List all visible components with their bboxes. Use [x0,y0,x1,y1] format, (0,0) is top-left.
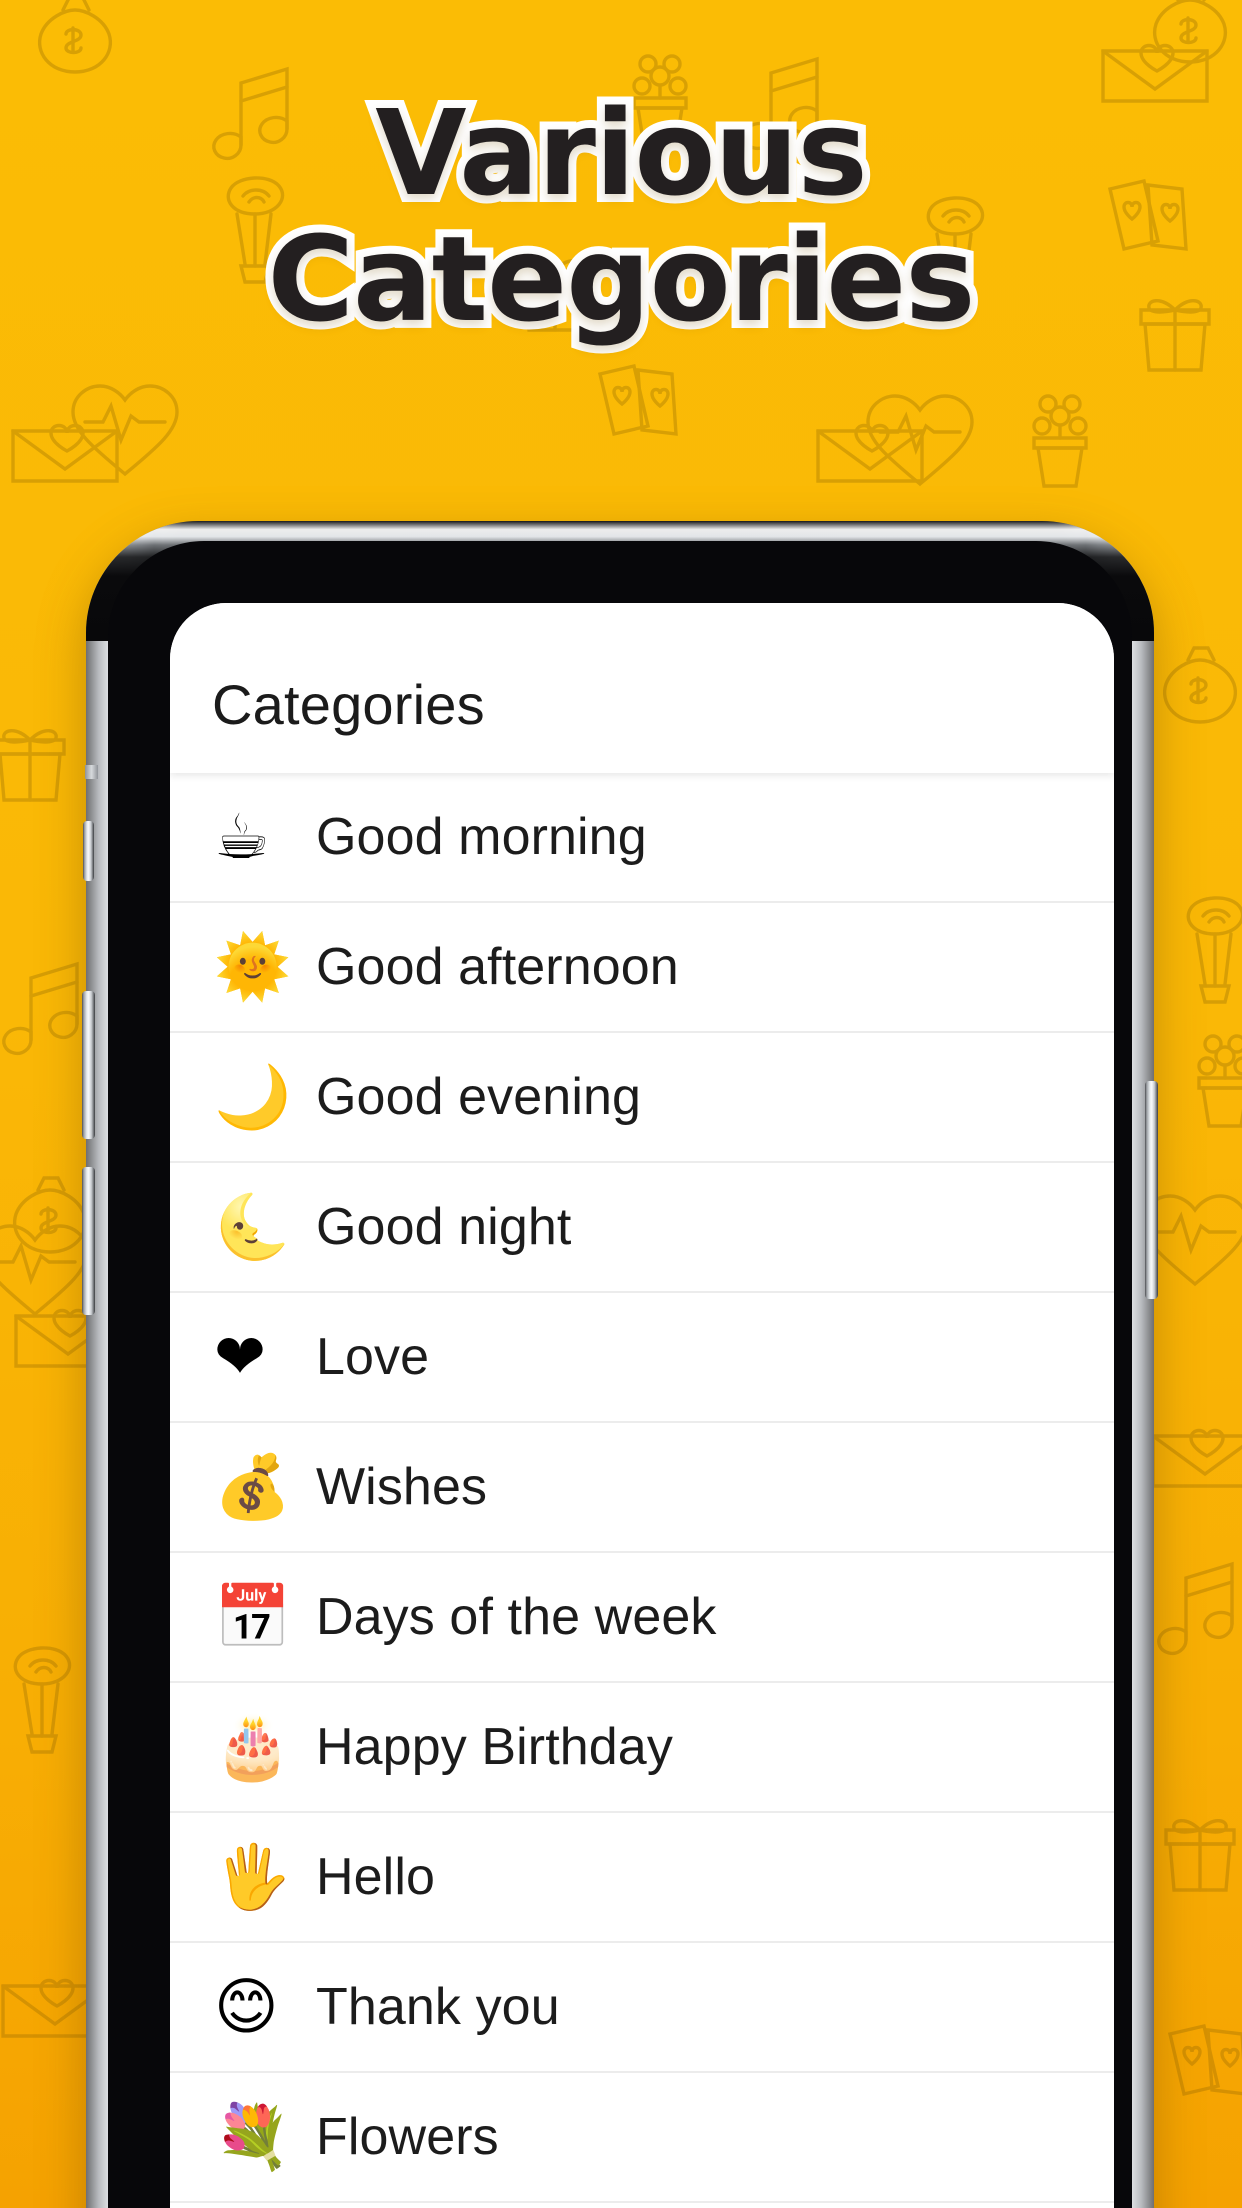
power-button[interactable] [1145,1081,1158,1299]
list-item-label: Days of the week [316,1588,717,1646]
list-item[interactable]: ☕ Good morning [170,773,1114,903]
smiling-face-icon: 😊 [214,1970,279,2043]
list-item-label: Good morning [316,808,647,866]
moon-cloud-icon: 🌙 [214,1060,292,1133]
birthday-cake-icon: 🎂 [214,1710,292,1783]
list-item[interactable]: 🌙 Good evening [170,1033,1114,1163]
sleeping-moon-icon: 🌜 [214,1190,292,1263]
list-item[interactable]: 🌜 Good night [170,1163,1114,1293]
list-item-label: Good night [316,1198,572,1256]
raised-hand-icon: 🖐 [214,1840,292,1913]
money-bag-icon: 💰 [214,1450,292,1523]
category-list[interactable]: ☕ Good morning 🌞 Good afternoon 🌙 Good evenin… [170,773,1114,2203]
app-bar: Categories [170,603,1114,773]
calendar-icon: 📅 [214,1580,292,1653]
mute-switch[interactable] [83,821,94,881]
list-item[interactable]: 🖐 Hello [170,1813,1114,1943]
bouquet-icon: 💐 [214,2100,292,2173]
phone-screen: Categories ☕ Good morning 🌞 Good afternoon 🌙… [170,603,1114,2208]
list-item-label: Hello [316,1848,435,1906]
antenna-band [85,765,98,779]
list-item-label: Thank you [316,1978,560,2036]
volume-up-button[interactable] [82,991,95,1139]
phone-mockup: Categories ☕ Good morning 🌞 Good afternoon 🌙… [82,521,1158,2208]
list-item-label: Flowers [316,2108,499,2166]
volume-down-button[interactable] [82,1167,95,1315]
list-item-label: Good afternoon [316,938,679,996]
app-bar-title: Categories [212,673,485,736]
list-item[interactable]: 💰 Wishes [170,1423,1114,1553]
list-item[interactable]: 🎂 Happy Birthday [170,1683,1114,1813]
list-item-label: Happy Birthday [316,1718,673,1776]
list-item[interactable]: 💐 Flowers [170,2073,1114,2203]
list-item[interactable]: 🌞 Good afternoon [170,903,1114,1033]
list-item[interactable]: ❤ Love [170,1293,1114,1423]
list-item-label: Wishes [316,1458,488,1516]
hot-beverage-icon: ☕ [214,800,270,873]
list-item-label: Good evening [316,1068,642,1126]
list-item[interactable]: 😊 Thank you [170,1943,1114,2073]
red-heart-icon: ❤ [214,1320,266,1393]
list-item[interactable]: 📅 Days of the week [170,1553,1114,1683]
sun-with-face-icon: 🌞 [214,930,292,1003]
phone-bezel: Categories ☕ Good morning 🌞 Good afternoon 🌙… [108,541,1132,2208]
list-item-label: Love [316,1328,430,1386]
